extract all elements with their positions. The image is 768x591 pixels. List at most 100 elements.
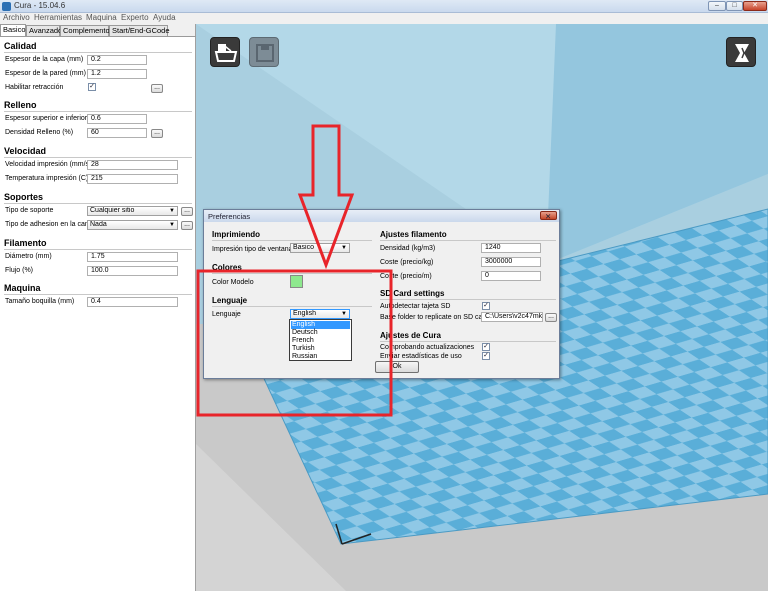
flow-input[interactable]: 100.0 <box>87 266 178 276</box>
load-model-icon <box>214 44 238 62</box>
wall-thickness-label: Espesor de la pared (mm) <box>5 70 86 77</box>
nozzle-size-input[interactable]: 0.4 <box>87 297 178 307</box>
section-calidad: Calidad <box>4 41 37 51</box>
top-bottom-thickness-label: Espesor superior e inferior <box>5 115 88 122</box>
window-type-value: Basico <box>293 244 315 251</box>
layer-height-label: Espesor de la capa (mm) <box>5 56 84 63</box>
section-colores: Colores <box>212 263 242 272</box>
support-more-button[interactable]: ... <box>181 207 193 216</box>
autodetect-sd-checkbox[interactable]: ✓ <box>482 302 490 310</box>
section-ajustes-cura: Ajustes de Cura <box>380 331 441 340</box>
diameter-label: Diámetro (mm) <box>5 253 52 260</box>
dialog-title-bar: Preferencias ✕ <box>204 210 559 222</box>
load-model-button[interactable] <box>210 37 240 67</box>
cura-app-icon <box>2 2 11 11</box>
window-type-select[interactable]: Basico ▼ <box>290 243 350 253</box>
close-button[interactable]: ✕ <box>743 1 767 11</box>
support-type-value: Cualquier sitio <box>90 207 135 214</box>
dialog-close-button[interactable]: ✕ <box>540 211 557 220</box>
ok-button[interactable]: Ok <box>375 361 419 373</box>
flow-label: Flujo (%) <box>5 267 34 274</box>
maximize-button[interactable]: □ <box>726 1 743 11</box>
support-type-label: Tipo de soporte <box>5 207 54 214</box>
chevron-down-icon: ▼ <box>169 208 175 214</box>
chevron-down-icon: ▼ <box>169 222 175 228</box>
adhesion-type-value: Nada <box>90 221 107 228</box>
base-folder-label: Base folder to replicate on SD card <box>380 314 489 321</box>
section-imprimiendo: Imprimiendo <box>212 230 261 239</box>
section-ajustes-filamento: Ajustes filamento <box>380 230 447 239</box>
menu-maquina[interactable]: Maquina <box>86 13 117 22</box>
language-option-russian[interactable]: Russian <box>291 353 350 361</box>
language-value: English <box>293 310 316 317</box>
adhesion-type-label: Tipo de adhesion en la cama <box>5 221 95 228</box>
fill-density-input[interactable]: 60 <box>87 128 147 138</box>
menu-ayuda[interactable]: Ayuda <box>153 13 176 22</box>
print-speed-label: Velocidad impresión (mm/s) <box>5 161 92 168</box>
check-updates-label: Comprobando actualizaciones <box>380 344 475 351</box>
retraction-more-button[interactable]: ... <box>151 84 163 93</box>
cost-kg-input[interactable]: 3000000 <box>481 257 541 267</box>
title-bar: Cura - 15.04.6 – □ ✕ <box>0 0 768 13</box>
menu-herramientas[interactable]: Herramientas <box>34 13 82 22</box>
wall-thickness-input[interactable]: 1.2 <box>87 69 147 79</box>
language-select[interactable]: English ▼ <box>290 309 350 319</box>
tab-complementos[interactable]: Complementos <box>60 25 113 36</box>
section-velocidad: Velocidad <box>4 146 47 156</box>
model-color-label: Color Modelo <box>212 279 254 286</box>
language-option-turkish[interactable]: Turkish <box>291 345 350 353</box>
section-filamento: Filamento <box>4 238 47 248</box>
section-soportes: Soportes <box>4 192 44 202</box>
send-stats-label: Enviar estadísticas de uso <box>380 353 462 360</box>
cost-m-input[interactable]: 0 <box>481 271 541 281</box>
section-sd-card: SD Card settings <box>380 289 445 298</box>
basic-settings: Calidad Espesor de la capa (mm) 0.2 Espe… <box>0 37 195 591</box>
retraction-label: Habilitar retracción <box>5 84 64 91</box>
language-label: Lenguaje <box>212 311 241 318</box>
cost-kg-label: Coste (precio/kg) <box>380 259 434 266</box>
adhesion-type-select[interactable]: Nada ▼ <box>87 220 178 230</box>
retraction-checkbox[interactable]: ✓ <box>88 83 96 91</box>
view-mode-icon <box>735 44 749 62</box>
language-dropdown-list: English Deutsch French Turkish Russian <box>289 319 352 361</box>
fill-more-button[interactable]: ... <box>151 129 163 138</box>
chevron-down-icon: ▼ <box>341 311 347 317</box>
filament-density-label: Densidad (kg/m3) <box>380 245 436 252</box>
support-type-select[interactable]: Cualquier sitio ▼ <box>87 206 178 216</box>
section-maquina: Maquina <box>4 283 41 293</box>
dialog-title: Preferencias <box>208 212 251 221</box>
view-mode-button[interactable] <box>726 37 756 67</box>
send-stats-checkbox[interactable]: ✓ <box>482 352 490 360</box>
language-option-french[interactable]: French <box>291 337 350 345</box>
menu-experto[interactable]: Experto <box>121 13 149 22</box>
print-temp-input[interactable]: 215 <box>87 174 178 184</box>
fill-density-label: Densidad Relleno (%) <box>5 129 74 136</box>
language-option-deutsch[interactable]: Deutsch <box>291 329 350 337</box>
preferences-dialog: Preferencias ✕ Imprimiendo Impresión tip… <box>203 209 560 379</box>
model-color-swatch[interactable] <box>290 275 303 288</box>
cost-m-label: Coste (precio/m) <box>380 273 432 280</box>
top-bottom-thickness-input[interactable]: 0.6 <box>87 114 147 124</box>
filament-density-input[interactable]: 1240 <box>481 243 541 253</box>
tab-basico[interactable]: Basico <box>0 24 26 36</box>
menu-archivo[interactable]: Archivo <box>3 13 30 22</box>
save-gcode-button[interactable] <box>249 37 279 67</box>
layer-height-input[interactable]: 0.2 <box>87 55 147 65</box>
browse-folder-button[interactable]: ... <box>545 313 557 322</box>
chevron-down-icon: ▼ <box>341 245 347 251</box>
print-speed-input[interactable]: 28 <box>87 160 178 170</box>
section-relleno: Relleno <box>4 100 37 110</box>
close-icon: ✕ <box>545 212 552 221</box>
menu-bar: Archivo Herramientas Maquina Experto Ayu… <box>0 13 768 24</box>
adhesion-more-button[interactable]: ... <box>181 221 193 230</box>
save-gcode-icon <box>256 44 274 62</box>
minimize-button[interactable]: – <box>708 1 726 11</box>
tab-start-end-gcode[interactable]: Start/End-GCode <box>109 25 170 36</box>
window-type-label: Impresión tipo de ventana <box>212 246 293 253</box>
base-folder-input[interactable]: C:\Users\v2c47mk7 <box>481 312 543 322</box>
nozzle-size-label: Tamaño boquilla (mm) <box>5 298 75 305</box>
tab-avanzado[interactable]: Avanzado <box>26 25 62 36</box>
check-updates-checkbox[interactable]: ✓ <box>482 343 490 351</box>
language-option-english[interactable]: English <box>291 321 350 329</box>
diameter-input[interactable]: 1.75 <box>87 252 178 262</box>
